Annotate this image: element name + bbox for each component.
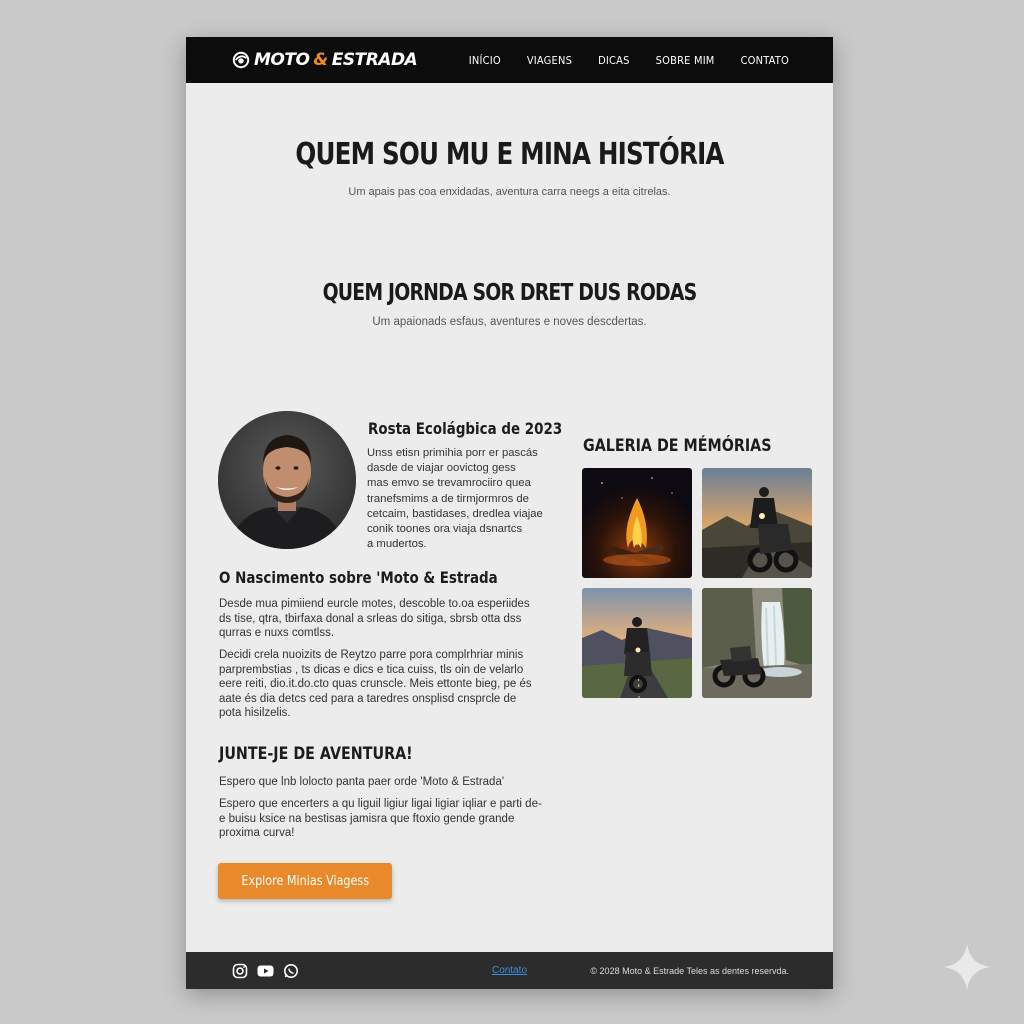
whatsapp-icon[interactable]	[283, 963, 299, 979]
page: MOTO & ESTRADA INÍCIO VIAGENS DICAS SOBR…	[186, 37, 833, 989]
page-title: QUEM SOU MU E MINA HISTÓRIA	[295, 137, 724, 172]
page-subtitle: Um apais pas coa enxidadas, aventura car…	[348, 186, 671, 198]
footer-contact-link[interactable]: Contato	[492, 965, 527, 976]
top-navbar: MOTO & ESTRADA INÍCIO VIAGENS DICAS SOBR…	[186, 37, 833, 83]
section-title: QUEM JORNDA SOR DRET DUS RODAS	[322, 280, 698, 306]
nav-contato[interactable]: CONTATO	[741, 54, 789, 67]
gallery-photo-waterfall[interactable]	[702, 588, 812, 698]
footer: Contato © 2028 Moto & Estrade Teles as d…	[186, 952, 833, 989]
photo-gallery	[582, 468, 812, 698]
social-links	[232, 963, 299, 979]
join-para-1: Espero que lnb lolocto panta paer orde '…	[219, 776, 505, 788]
nav-sobre-mim[interactable]: SOBRE MIM	[656, 54, 715, 67]
nascimento-para-1: Desde mua pimiiend eurcle motes, descobl…	[219, 598, 530, 639]
gallery-photo-rider-road[interactable]	[582, 588, 692, 698]
gallery-title: GALERIA DE MÉMÓRIAS	[583, 436, 772, 456]
sparkle-icon	[944, 944, 990, 990]
instagram-icon[interactable]	[232, 963, 248, 979]
profile-text: Unss etisn primihia porr er pascás dasde…	[367, 447, 543, 551]
gallery-photo-campfire[interactable]	[582, 468, 692, 578]
logo-text-estrada: ESTRADA	[331, 50, 418, 70]
explore-trips-button[interactable]: Explore Minias Viagess	[218, 863, 392, 899]
nav-inicio[interactable]: INÍCIO	[469, 54, 501, 67]
nav-dicas[interactable]: DICAS	[598, 54, 630, 67]
author-avatar	[218, 411, 356, 549]
youtube-icon[interactable]	[257, 964, 274, 978]
helmet-logo-icon	[232, 51, 250, 69]
site-logo[interactable]: MOTO & ESTRADA	[232, 37, 418, 83]
footer-copyright: © 2028 Moto & Estrade Teles as dentes re…	[590, 965, 789, 976]
nascimento-heading: O Nascimento sobre 'Moto & Estrada	[219, 568, 498, 587]
gallery-photo-rider-mountain[interactable]	[702, 468, 812, 578]
profile-heading: Rosta Ecolágbica de 2023	[368, 419, 563, 438]
nascimento-para-2: Decidi crela nuoizits de Reytzo parre po…	[219, 649, 532, 719]
section-subtitle: Um apaionads esfaus, aventures e noves d…	[372, 316, 647, 328]
logo-text-amp: &	[313, 50, 328, 70]
nav-viagens[interactable]: VIAGENS	[527, 54, 572, 67]
main-nav: INÍCIO VIAGENS DICAS SOBRE MIM CONTATO	[469, 37, 789, 83]
join-heading: JUNTE-JE DE AVENTURA!	[219, 744, 413, 764]
join-para-2: Espero que encerters a qu liguil ligiur …	[219, 798, 542, 839]
logo-text-moto: MOTO	[254, 50, 310, 70]
